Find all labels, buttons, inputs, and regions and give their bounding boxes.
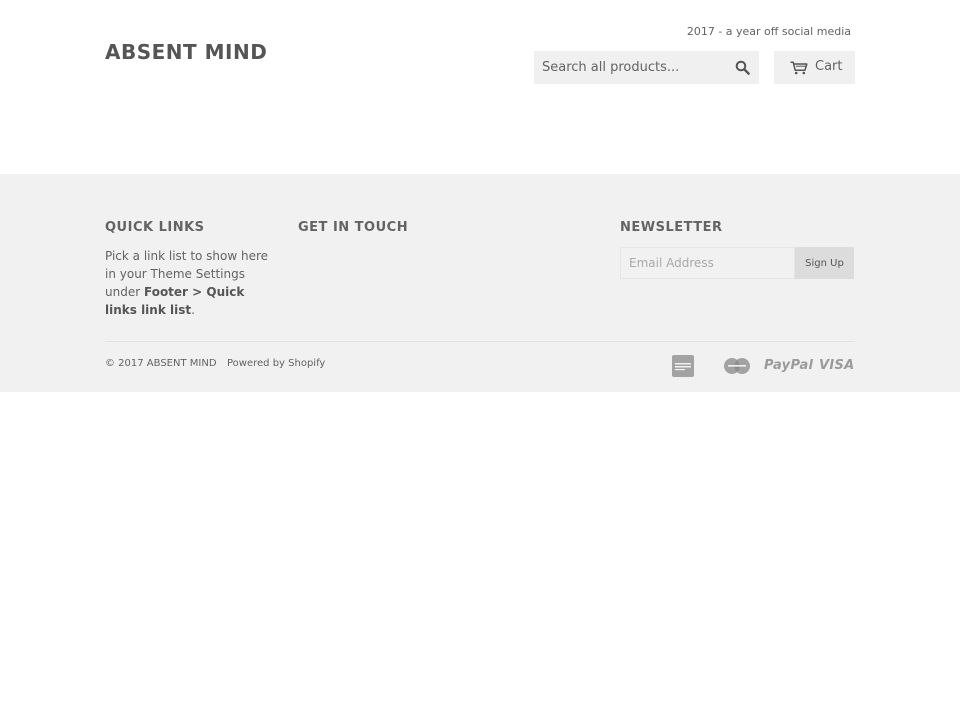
search-input[interactable] (534, 51, 724, 84)
visa-icon: VISA (819, 358, 855, 373)
newsletter-signup-button[interactable]: Sign Up (795, 247, 854, 279)
site-logo[interactable]: ABSENT MIND (105, 40, 267, 64)
copyright-text: © 2017 ABSENT MIND (105, 358, 217, 369)
american-express-icon (672, 355, 694, 381)
search-button[interactable] (725, 51, 759, 84)
newsletter-email-input[interactable] (620, 247, 795, 279)
quick-links-text: Pick a link list to show here in your Th… (105, 247, 275, 319)
quick-links-text-end: . (191, 303, 195, 317)
get-in-touch-title: GET IN TOUCH (298, 220, 409, 235)
cart-label: Cart (815, 59, 843, 74)
cart-icon (790, 61, 808, 75)
powered-by-link[interactable]: Powered by Shopify (227, 358, 325, 369)
footer-divider (105, 341, 855, 342)
site-header: ABSENT MIND 2017 - a year off social med… (0, 0, 960, 174)
search-icon (735, 60, 750, 75)
quick-links-title: QUICK LINKS (105, 220, 205, 235)
site-footer: QUICK LINKS Pick a link list to show her… (0, 174, 960, 392)
newsletter-title: NEWSLETTER (620, 220, 723, 235)
search-form (534, 51, 759, 84)
cart-button[interactable]: Cart (774, 51, 855, 84)
site-tagline: 2017 - a year off social media (686, 25, 851, 38)
paypal-icon: PayPal (764, 358, 814, 373)
mastercard-icon (723, 357, 751, 379)
